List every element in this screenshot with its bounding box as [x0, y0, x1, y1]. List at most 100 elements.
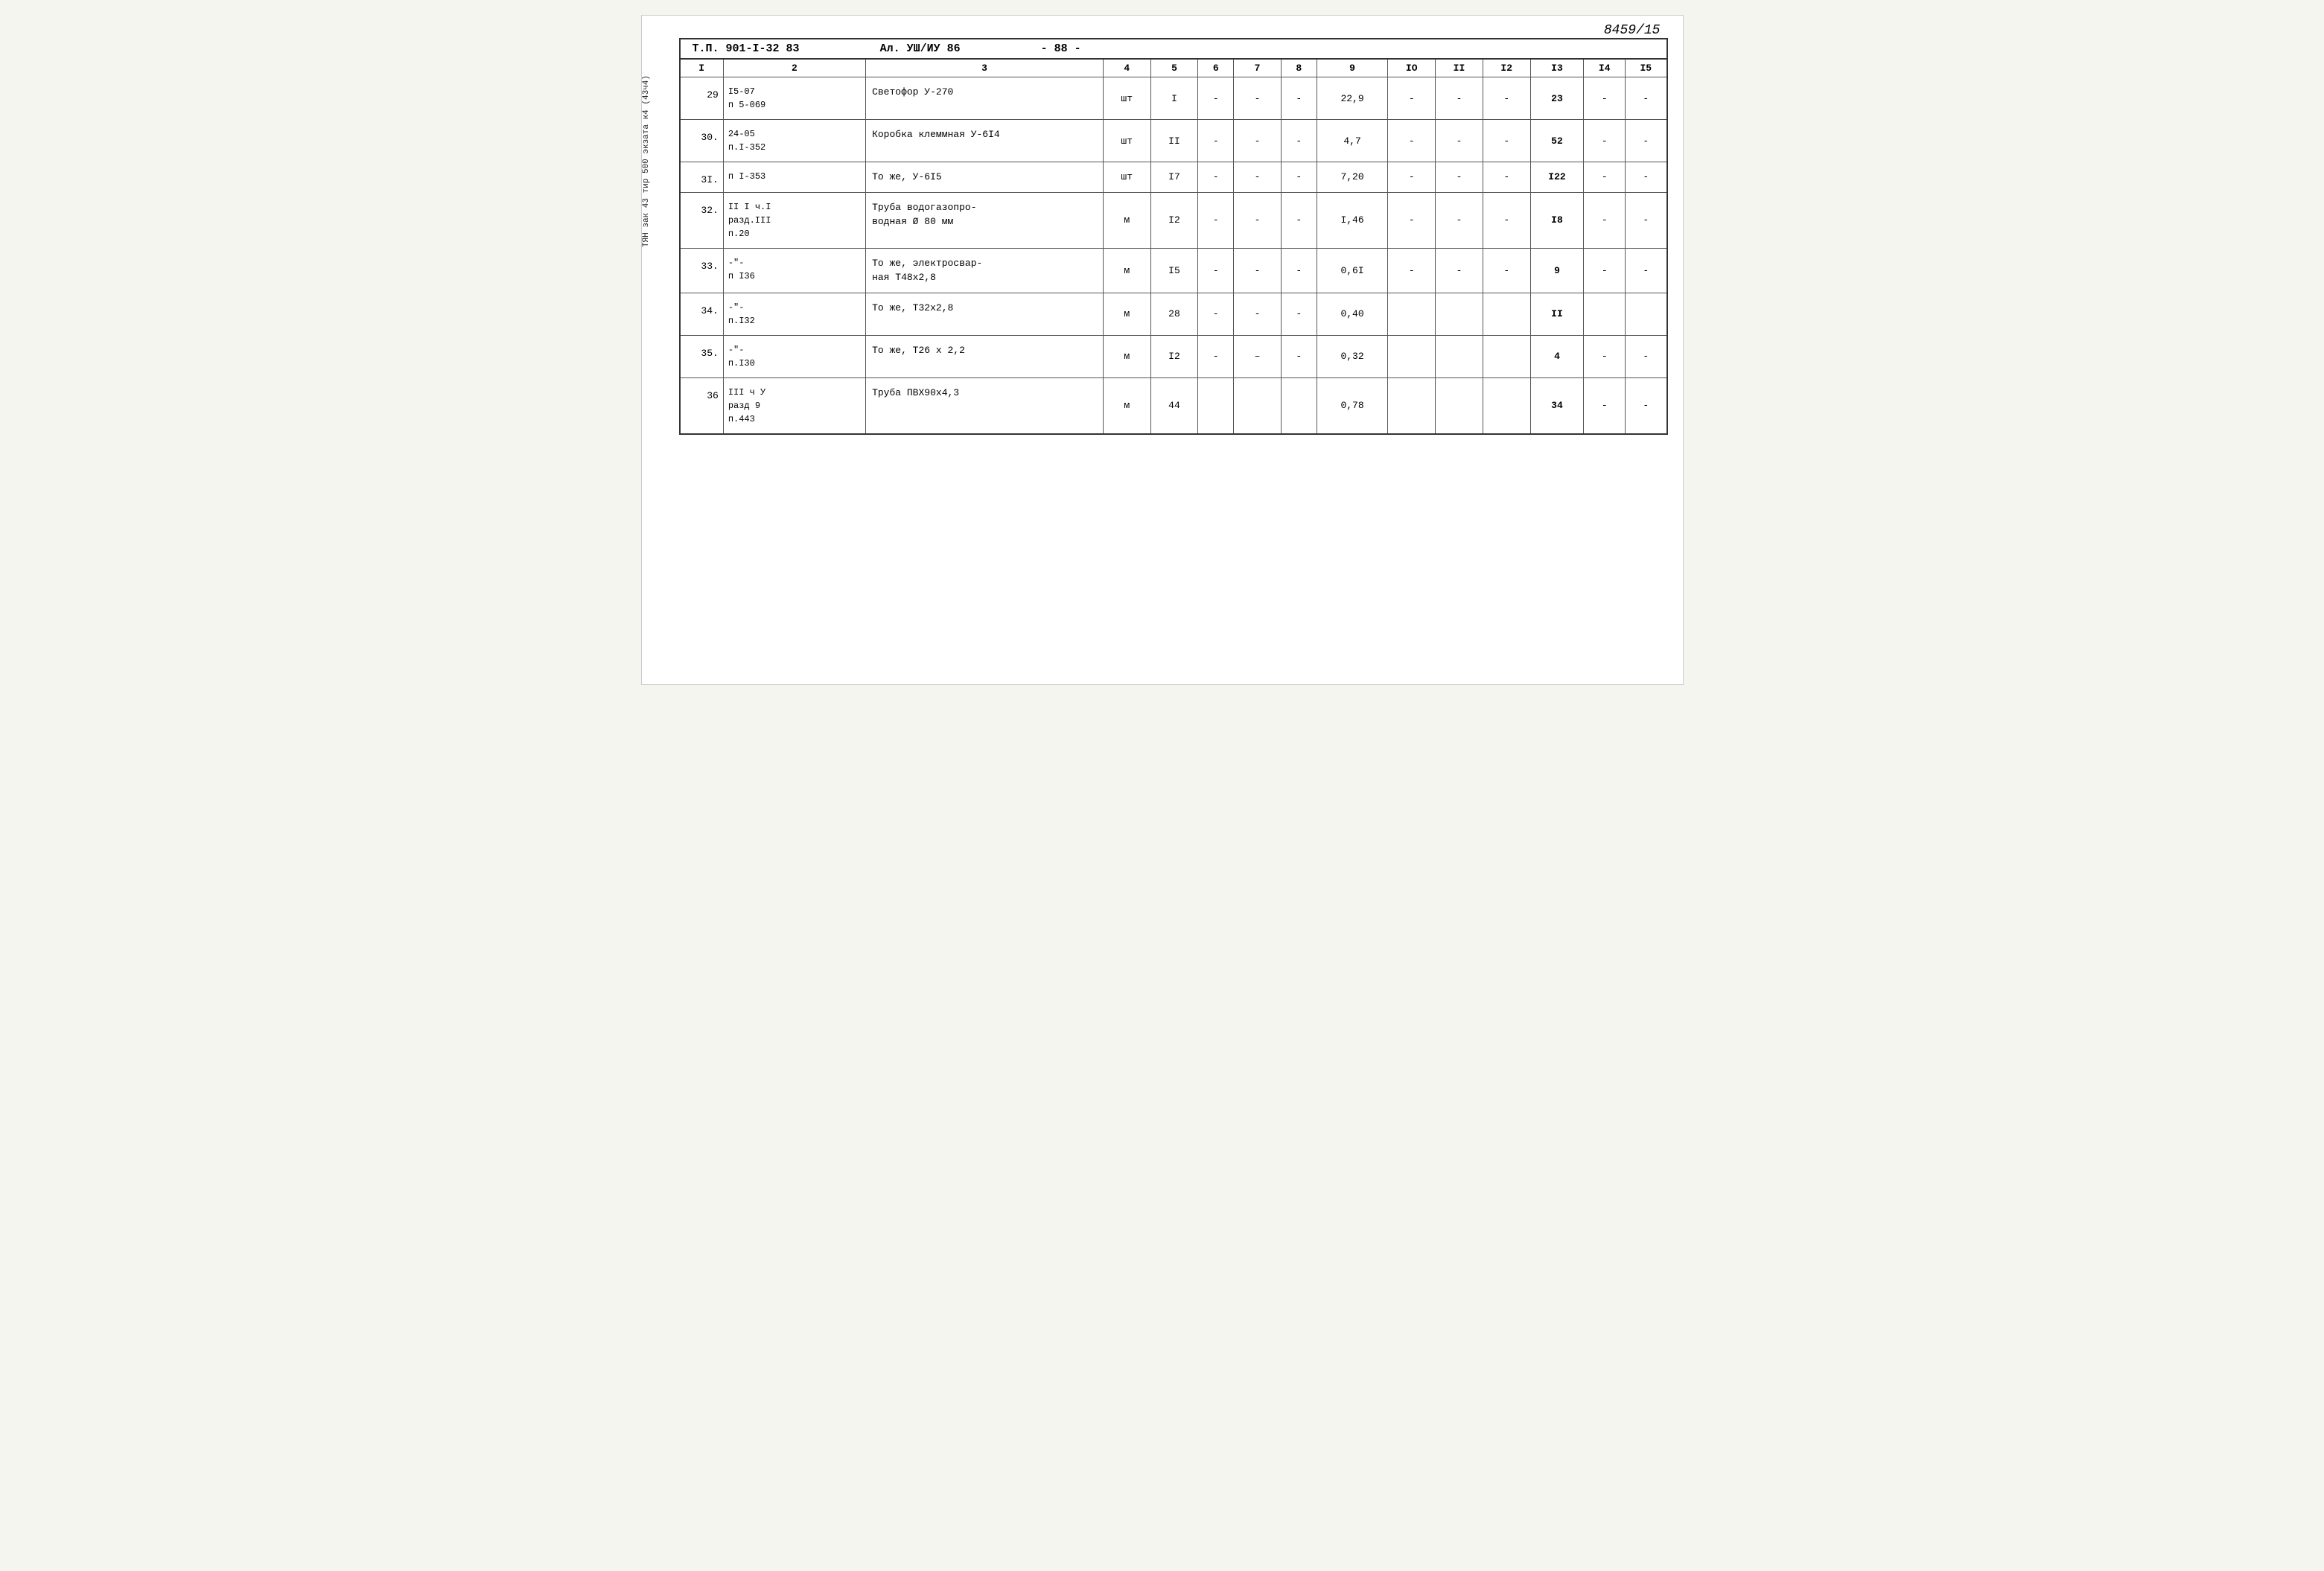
table-cell: - — [1626, 377, 1667, 434]
table-cell: I7 — [1150, 162, 1198, 193]
col-header-4: 4 — [1103, 59, 1150, 77]
table-cell — [1626, 293, 1667, 335]
col-header-12: I2 — [1483, 59, 1530, 77]
col-header-7: 7 — [1234, 59, 1282, 77]
table-cell: - — [1436, 162, 1483, 193]
table-cell: 34. — [680, 293, 724, 335]
table-row: 30.24-05п.I-352Коробка клеммная У-6I4штI… — [680, 120, 1667, 162]
table-cell: - — [1281, 120, 1317, 162]
table-cell: 4 — [1530, 335, 1584, 377]
table-cell: - — [1626, 192, 1667, 248]
table-cell: - — [1388, 120, 1436, 162]
page-number: 8459/15 — [1604, 23, 1661, 38]
table-cell: 29 — [680, 77, 724, 120]
table-cell: - — [1436, 192, 1483, 248]
table-cell: 35. — [680, 335, 724, 377]
column-headers: I 2 3 4 5 6 7 8 9 IO II I2 I3 I4 I5 — [680, 59, 1667, 77]
table-cell — [1483, 377, 1530, 434]
table-row: 29I5-07п 5-069Светофор У-270штI---22,9--… — [680, 77, 1667, 120]
table-cell — [1281, 377, 1317, 434]
table-cell: - — [1584, 162, 1626, 193]
table-cell: - — [1436, 248, 1483, 293]
table-cell: I — [1150, 77, 1198, 120]
table-cell: 44 — [1150, 377, 1198, 434]
table-cell — [1584, 293, 1626, 335]
table-cell: - — [1626, 120, 1667, 162]
table-row: 34.-"-п.I32То же, Т32x2,8м28---0,40II — [680, 293, 1667, 335]
table-cell: II — [1150, 120, 1198, 162]
table-cell: - — [1281, 192, 1317, 248]
table-row: 3I.п I-353То же, У-6I5штI7---7,20---I22-… — [680, 162, 1667, 193]
table-cell: п I-353 — [723, 162, 865, 193]
table-cell: II I ч.Iразд.IIIп.20 — [723, 192, 865, 248]
table-cell: - — [1584, 248, 1626, 293]
table-cell: - — [1281, 162, 1317, 193]
table-cell: - — [1281, 248, 1317, 293]
table-cell: - — [1626, 335, 1667, 377]
table-cell: - — [1388, 77, 1436, 120]
table-cell — [1388, 335, 1436, 377]
table-cell — [1436, 293, 1483, 335]
table-cell: 34 — [1530, 377, 1584, 434]
table-cell: м — [1103, 293, 1150, 335]
table-cell: То же, Т32x2,8 — [866, 293, 1104, 335]
table-cell: - — [1626, 162, 1667, 193]
col-header-8: 8 — [1281, 59, 1317, 77]
header-title: Т.П. 901-I-32 83 — [693, 42, 800, 55]
table-cell: - — [1584, 192, 1626, 248]
table-cell: - — [1198, 77, 1234, 120]
table-cell: То же, Т26 x 2,2 — [866, 335, 1104, 377]
table-cell: 28 — [1150, 293, 1198, 335]
table-cell: 52 — [1530, 120, 1584, 162]
col-header-14: I4 — [1584, 59, 1626, 77]
table-cell: Труба водогазопро-водная Ø 80 мм — [866, 192, 1104, 248]
main-table-area: Т.П. 901-I-32 83 Ал. УШ/ИУ 86 - 88 - I 2… — [679, 38, 1668, 435]
table-cell: м — [1103, 192, 1150, 248]
table-cell: I5 — [1150, 248, 1198, 293]
table-cell: I,46 — [1317, 192, 1388, 248]
header-subtitle2: - 88 - — [1041, 42, 1081, 55]
table-cell: То же, У-6I5 — [866, 162, 1104, 193]
table-cell: 0,78 — [1317, 377, 1388, 434]
header-row-title: Т.П. 901-I-32 83 Ал. УШ/ИУ 86 - 88 - — [680, 39, 1667, 59]
table-cell: -"-п.I32 — [723, 293, 865, 335]
table-cell: 22,9 — [1317, 77, 1388, 120]
table-cell: - — [1483, 192, 1530, 248]
table-cell: - — [1388, 192, 1436, 248]
table-row: 32.II I ч.Iразд.IIIп.20Труба водогазопро… — [680, 192, 1667, 248]
table-cell: м — [1103, 335, 1150, 377]
header-subtitle1: Ал. УШ/ИУ 86 — [880, 42, 961, 55]
table-cell: м — [1103, 248, 1150, 293]
main-table: Т.П. 901-I-32 83 Ал. УШ/ИУ 86 - 88 - I 2… — [679, 38, 1668, 435]
table-cell: 33. — [680, 248, 724, 293]
table-cell: 32. — [680, 192, 724, 248]
table-cell: - — [1483, 162, 1530, 193]
table-cell: - — [1281, 335, 1317, 377]
col-header-1: I — [680, 59, 724, 77]
table-row: 33.-"-п I36То же, электросвар-ная Т48x2,… — [680, 248, 1667, 293]
col-header-3: 3 — [866, 59, 1104, 77]
table-cell — [1234, 377, 1282, 434]
table-cell: – — [1234, 335, 1282, 377]
table-cell: - — [1584, 77, 1626, 120]
table-row: 35.-"-п.I30То же, Т26 x 2,2мI2-–-0,324-- — [680, 335, 1667, 377]
table-row: 36III ч Уразд 9п.443Труба ПВХ90x4,3м440,… — [680, 377, 1667, 434]
table-cell — [1483, 335, 1530, 377]
table-cell: I22 — [1530, 162, 1584, 193]
col-header-15: I5 — [1626, 59, 1667, 77]
col-header-5: 5 — [1150, 59, 1198, 77]
col-header-11: II — [1436, 59, 1483, 77]
table-cell: 30. — [680, 120, 724, 162]
table-cell: - — [1483, 248, 1530, 293]
table-cell: 24-05п.I-352 — [723, 120, 865, 162]
col-header-9: 9 — [1317, 59, 1388, 77]
col-header-2: 2 — [723, 59, 865, 77]
table-cell: - — [1436, 77, 1483, 120]
table-cell: 4,7 — [1317, 120, 1388, 162]
table-cell: - — [1626, 248, 1667, 293]
table-cell: - — [1198, 248, 1234, 293]
page-container: 8459/15 ТЯН зак 43 тир 500 экзата к4 (43… — [641, 15, 1684, 685]
table-cell: шт — [1103, 77, 1150, 120]
table-cell — [1388, 293, 1436, 335]
table-cell: 36 — [680, 377, 724, 434]
